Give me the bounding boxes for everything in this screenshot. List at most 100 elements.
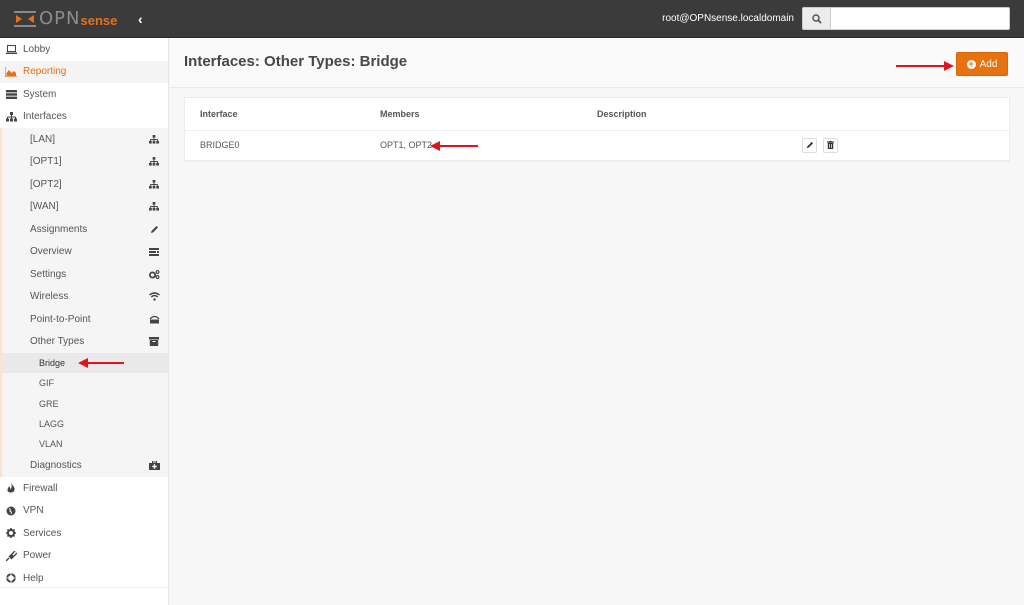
life-ring-icon [5, 572, 17, 584]
sidebar-item-gif[interactable]: GIF [2, 373, 168, 393]
sidebar-item-reporting[interactable]: Reporting [0, 60, 168, 83]
sidebar: Lobby Reporting System Interfaces [LAN] … [0, 38, 169, 605]
page-title: Interfaces: Other Types: Bridge [184, 53, 408, 70]
laptop-icon [5, 43, 17, 55]
pencil-icon [148, 223, 160, 235]
user-account-label[interactable]: root@OPNsense.localdomain [662, 13, 794, 24]
annotation-arrow-members [430, 140, 478, 151]
sidebar-item-lobby[interactable]: Lobby [0, 38, 168, 61]
sidebar-item-label: GIF [39, 378, 54, 389]
area-chart-icon [5, 66, 17, 78]
sidebar-item-label: Diagnostics [30, 460, 82, 472]
interfaces-submenu: [LAN] [OPT1] [OPT2] [WAN] Assignments Ov… [0, 128, 168, 477]
sidebar-item-opt1[interactable]: [OPT1] [2, 151, 168, 174]
sidebar-item-wan[interactable]: [WAN] [2, 196, 168, 219]
search-group [802, 7, 1010, 30]
bridge-table: Interface Members Description BRIDGE0 OP… [185, 98, 1009, 160]
sidebar-item-label: GRE [39, 398, 59, 409]
sidebar-item-opt2[interactable]: [OPT2] [2, 173, 168, 196]
sidebar-item-label: VPN [23, 505, 44, 517]
annotation-arrow-add [896, 61, 954, 71]
members-value: OPT1, OPT2 [380, 140, 433, 151]
opnsense-logo[interactable]: OPN sense [14, 9, 117, 29]
server-icon [5, 88, 17, 100]
sidebar-item-wireless[interactable]: Wireless [2, 286, 168, 309]
sidebar-item-label: [LAN] [30, 133, 56, 145]
pencil-icon [806, 142, 813, 149]
sidebar-item-label: LAGG [39, 419, 65, 430]
cell-actions [802, 130, 1009, 160]
column-header-members: Members [365, 98, 582, 131]
sidebar-item-assignments[interactable]: Assignments [2, 218, 168, 241]
sitemap-icon [148, 201, 160, 213]
sidebar-item-point-to-point[interactable]: Point-to-Point [2, 308, 168, 331]
sidebar-item-label: Settings [30, 268, 67, 280]
cogs-icon [148, 268, 160, 280]
sidebar-item-vlan[interactable]: VLAN [2, 434, 168, 454]
sitemap-icon [5, 111, 17, 123]
delete-button[interactable] [822, 137, 838, 153]
column-header-interface: Interface [185, 98, 365, 131]
sidebar-item-diagnostics[interactable]: Diagnostics [2, 454, 168, 477]
sidebar-item-settings[interactable]: Settings [2, 263, 168, 286]
sidebar-item-label: Lobby [23, 43, 51, 55]
sidebar-item-label: Firewall [23, 482, 58, 494]
sidebar-item-label: [OPT2] [30, 178, 62, 190]
bridge-table-panel: Interface Members Description BRIDGE0 OP… [184, 97, 1010, 161]
sidebar-item-label: Help [23, 572, 44, 584]
edit-button[interactable] [802, 137, 817, 153]
add-button-label: Add [979, 58, 998, 70]
opnsense-logo-icon [14, 11, 36, 27]
brand-name-part1: OPN [39, 8, 81, 29]
sidebar-item-label: Power [23, 550, 52, 562]
add-button[interactable]: + Add [956, 52, 1008, 76]
sidebar-item-gre[interactable]: GRE [2, 394, 168, 414]
cell-interface: BRIDGE0 [200, 140, 240, 151]
sidebar-item-label: VLAN [39, 439, 63, 450]
plus-circle-icon: + [966, 58, 976, 69]
sidebar-item-power[interactable]: Power [0, 544, 168, 567]
sidebar-item-label: Overview [30, 246, 72, 258]
column-header-description: Description [582, 98, 802, 131]
chevron-left-icon[interactable]: ‹ [138, 11, 143, 27]
search-icon[interactable] [802, 7, 830, 30]
sidebar-item-label: Wireless [30, 291, 69, 303]
sidebar-item-lan[interactable]: [LAN] [2, 128, 168, 151]
cog-icon [5, 527, 17, 539]
other-types-submenu: Bridge GIF GRE LAGG VLAN [2, 353, 168, 454]
sidebar-item-label: Reporting [23, 66, 67, 78]
top-navbar: OPN sense ‹ root@OPNsense.localdomain [0, 0, 1024, 38]
globe-icon [5, 505, 17, 517]
column-header-actions [802, 98, 1009, 131]
sidebar-divider [0, 587, 169, 588]
list-icon [148, 246, 160, 258]
table-header-row: Interface Members Description [185, 98, 1009, 131]
cell-members: OPT1, OPT2 [365, 130, 582, 160]
fire-icon [5, 482, 17, 494]
plug-icon [5, 550, 17, 562]
sidebar-item-system[interactable]: System [0, 83, 168, 106]
sidebar-item-label: Assignments [30, 223, 88, 235]
sidebar-item-lagg[interactable]: LAGG [2, 414, 168, 434]
sidebar-item-label: Other Types [30, 336, 85, 348]
archive-icon [148, 336, 160, 348]
cell-description [582, 130, 802, 160]
sidebar-item-vpn[interactable]: VPN [0, 499, 168, 522]
main-content: Interfaces: Other Types: Bridge + Add In… [170, 38, 1024, 605]
medkit-icon [148, 459, 160, 471]
sidebar-item-label: [OPT1] [30, 156, 62, 168]
table-row[interactable]: BRIDGE0 OPT1, OPT2 [185, 130, 1009, 160]
sidebar-item-overview[interactable]: Overview [2, 241, 168, 264]
sidebar-item-firewall[interactable]: Firewall [0, 476, 168, 500]
sidebar-item-other-types[interactable]: Other Types [2, 331, 168, 354]
brand-name-part2: sense [80, 12, 118, 28]
modem-icon [148, 313, 160, 325]
sitemap-icon [148, 133, 160, 145]
search-input[interactable] [830, 7, 1010, 30]
sitemap-icon [148, 156, 160, 168]
wifi-icon [148, 291, 160, 303]
sidebar-item-services[interactable]: Services [0, 521, 168, 545]
sidebar-item-label: Interfaces [23, 111, 67, 123]
page-header: Interfaces: Other Types: Bridge + Add [170, 38, 1024, 88]
sidebar-item-interfaces[interactable]: Interfaces [0, 105, 168, 128]
